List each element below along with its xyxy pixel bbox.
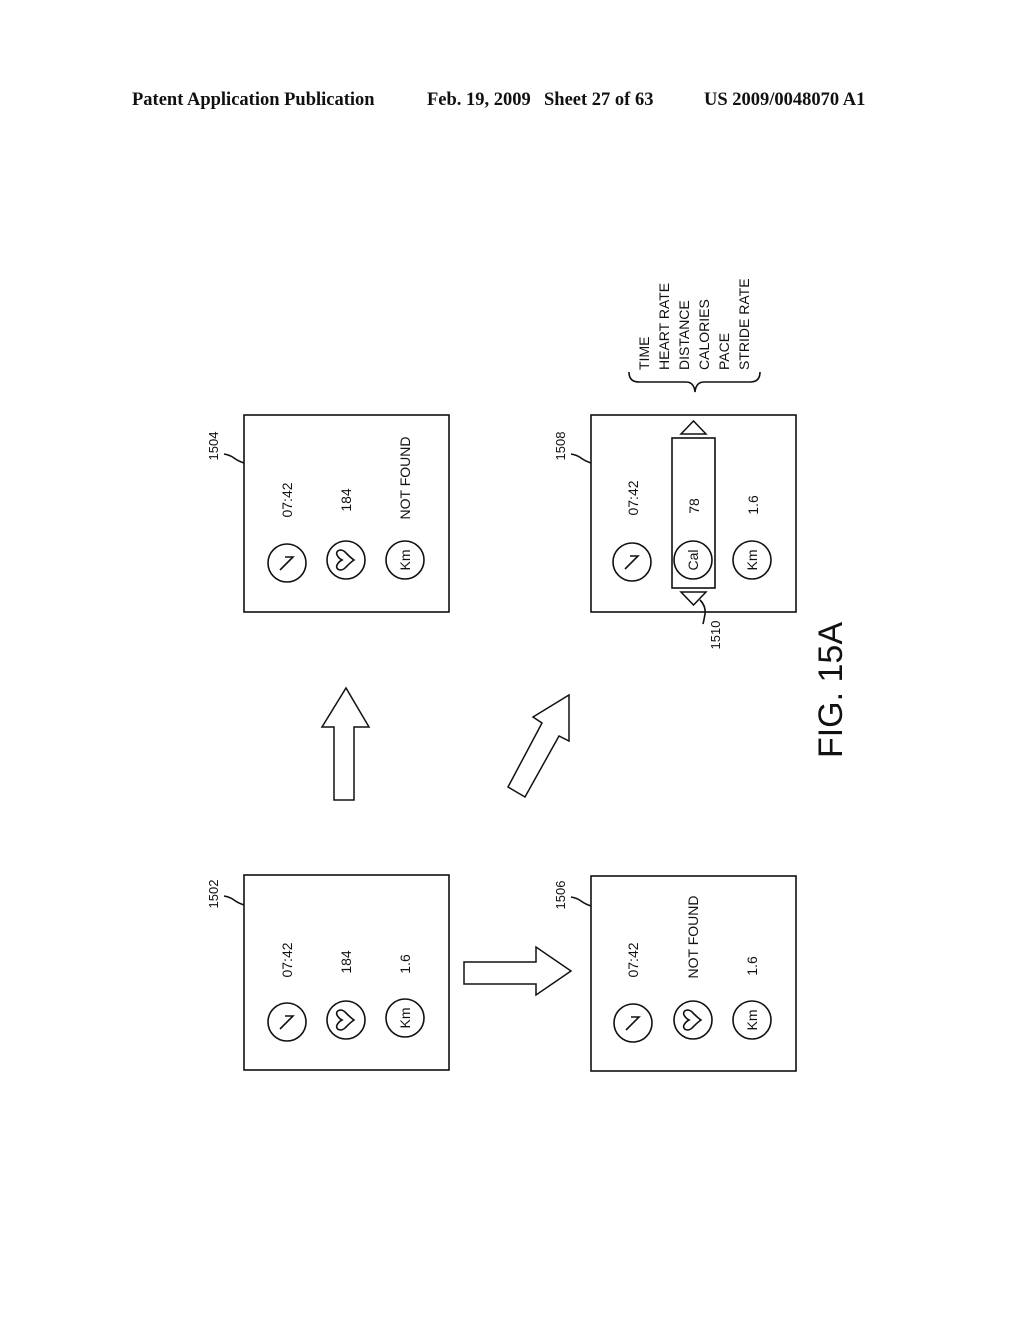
heart-row: 184 <box>326 950 366 1040</box>
value-text: 07:42 <box>279 482 295 517</box>
timer-row: 07:42 <box>613 942 653 1043</box>
timer-row: 07:42 <box>612 480 652 582</box>
timer-hand-icon <box>625 1016 641 1031</box>
heart-circle-icon <box>673 1000 713 1040</box>
value-text: 07:42 <box>279 942 295 977</box>
km-icon-label: Km <box>744 1010 760 1031</box>
value-text: 184 <box>338 488 354 512</box>
distance-row: Km 1.6 <box>732 956 772 1040</box>
option-heart-rate: HEART RATE <box>656 283 672 370</box>
leader-line <box>223 895 245 906</box>
distance-row: Km NOT FOUND <box>385 437 425 580</box>
ref-label: 1504 <box>206 432 221 461</box>
value-text: NOT FOUND <box>685 896 701 979</box>
value-text: 07:42 <box>625 942 641 977</box>
km-icon-label: Km <box>744 550 760 571</box>
figure-label: FIG. 15A <box>812 622 850 758</box>
distance-row: Km 1.6 <box>385 954 425 1038</box>
display-frame <box>243 414 450 613</box>
panel-1502: 1502 07:42 184 Km 1.6 <box>206 874 450 1071</box>
ref-label: 1508 <box>553 432 568 461</box>
options-list: TIME HEART RATE DISTANCE CALORIES PACE S… <box>636 278 752 370</box>
panel-1504: 1504 07:42 184 Km NOT FOUND <box>206 414 450 613</box>
figure-drawing: 1504 07:42 184 Km NOT FOUND 1508 1510 07… <box>206 278 850 1072</box>
panel-1506: 1506 07:42 NOT FOUND Km 1.6 <box>553 875 797 1072</box>
ref-label: 1502 <box>206 880 221 909</box>
timer-hand-icon <box>624 555 640 570</box>
value-text: NOT FOUND <box>397 437 413 520</box>
timer-hand-icon <box>279 1015 295 1030</box>
calories-row: Cal 78 <box>673 498 713 580</box>
heart-circle-icon <box>326 1000 366 1040</box>
timer-hand-icon <box>279 556 295 571</box>
scroll-up-arrow-icon[interactable] <box>679 419 708 435</box>
value-text: 07:42 <box>625 480 641 515</box>
heart-icon <box>335 549 356 571</box>
heart-icon <box>682 1009 703 1031</box>
timer-row: 07:42 <box>267 482 307 583</box>
heart-row: 184 <box>326 488 366 580</box>
option-time: TIME <box>636 337 652 370</box>
option-calories: CALORIES <box>696 299 712 370</box>
km-icon-label: Km <box>397 1008 413 1029</box>
value-text: 1.6 <box>745 495 761 515</box>
km-icon-label: Km <box>397 550 413 571</box>
leader-line <box>223 453 245 464</box>
leader-line <box>570 453 592 464</box>
value-text: 1.6 <box>744 956 760 976</box>
transition-arrow-diagonal-icon <box>507 693 570 799</box>
selector-ref-label: 1510 <box>708 621 723 650</box>
ref-label: 1506 <box>553 881 568 910</box>
option-stride-rate: STRIDE RATE <box>736 278 752 370</box>
heart-icon <box>335 1009 356 1031</box>
transition-arrow-up-icon <box>320 686 371 801</box>
panel-1508: 1508 1510 07:42 Cal 78 Km 1.6 TIME HEART… <box>553 278 797 650</box>
value-text: 1.6 <box>397 954 413 974</box>
option-pace: PACE <box>716 333 732 370</box>
value-text: 184 <box>338 950 354 974</box>
option-distance: DISTANCE <box>676 300 692 370</box>
value-text: 78 <box>686 498 702 514</box>
heart-row: NOT FOUND <box>673 896 713 1040</box>
transition-arrow-right-icon <box>463 945 573 997</box>
leader-line <box>570 896 592 907</box>
timer-row: 07:42 <box>267 942 307 1042</box>
options-brace <box>628 371 761 393</box>
heart-circle-icon <box>326 540 366 580</box>
cal-icon-label: Cal <box>685 549 701 570</box>
distance-row: Km 1.6 <box>732 495 772 580</box>
